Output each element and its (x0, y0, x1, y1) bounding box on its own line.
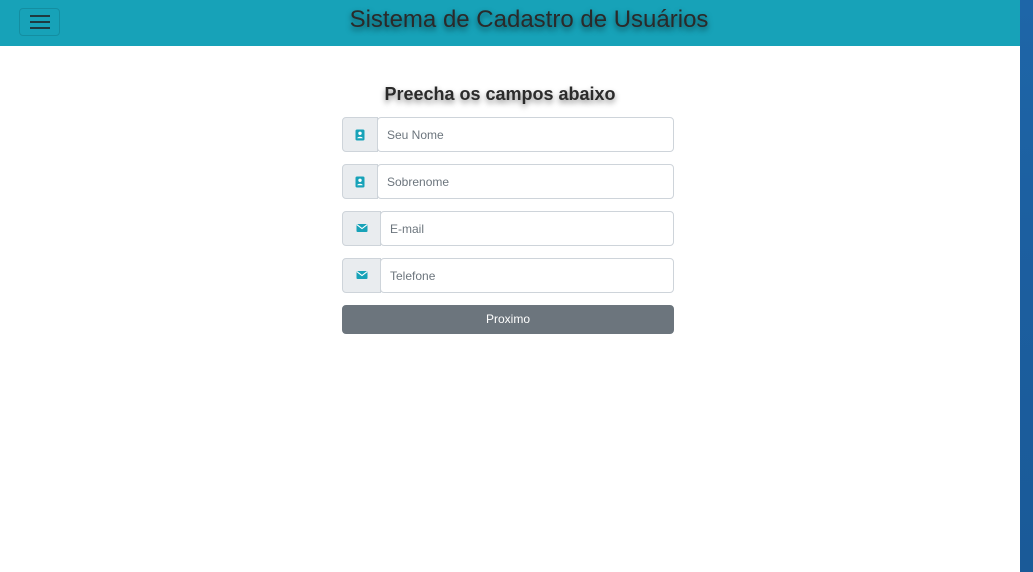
app-title: Sistema de Cadastro de Usuários (349, 6, 709, 33)
last-name-addon (342, 164, 378, 199)
email-group (342, 211, 674, 246)
form-title: Preecha os campos abaixo (384, 84, 616, 104)
phone-input[interactable] (380, 258, 674, 293)
next-button[interactable]: Proximo (342, 305, 674, 334)
contact-card-icon (355, 129, 365, 141)
navbar: Sistema de Cadastro de Usuários (0, 0, 1020, 46)
phone-addon (342, 258, 381, 293)
window-edge (1020, 0, 1033, 572)
email-addon (342, 211, 381, 246)
last-name-group (342, 164, 674, 199)
page: Sistema de Cadastro de Usuários Preecha … (0, 0, 1020, 572)
envelope-icon (356, 271, 368, 279)
first-name-input[interactable] (377, 117, 674, 152)
phone-group (342, 258, 674, 293)
contact-card-icon (355, 176, 365, 188)
email-input[interactable] (380, 211, 674, 246)
first-name-group (342, 117, 674, 152)
first-name-addon (342, 117, 378, 152)
last-name-input[interactable] (377, 164, 674, 199)
envelope-icon (356, 224, 368, 232)
